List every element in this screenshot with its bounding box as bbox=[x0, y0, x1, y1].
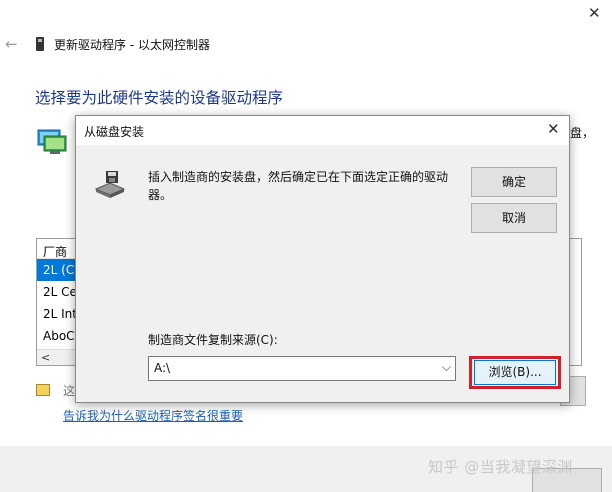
driver-signing-link[interactable]: 告诉我为什么驱动程序签名很重要 bbox=[63, 407, 243, 424]
chevron-down-icon[interactable]: ⌵ bbox=[442, 360, 451, 375]
scroll-left-icon[interactable]: < bbox=[41, 351, 50, 364]
install-from-disk-dialog: 从磁盘安装 ✕ 插入制造商的安装盘，然后确定已在下面选定正确的驱动器。 确定 取… bbox=[75, 115, 570, 403]
heading-tail-text: 盘， bbox=[570, 126, 595, 140]
source-path-value[interactable]: A:\ bbox=[154, 361, 170, 375]
dialog-message: 插入制造商的安装盘，然后确定已在下面选定正确的驱动器。 bbox=[148, 170, 449, 202]
dialog-title: 从磁盘安装 bbox=[84, 125, 145, 139]
watermark: 知乎 @当我凝望深渊 bbox=[428, 458, 573, 476]
back-arrow-icon[interactable]: ← bbox=[5, 36, 21, 52]
network-adapter-icon bbox=[37, 129, 67, 154]
dialog-close-icon[interactable]: ✕ bbox=[547, 122, 560, 137]
source-path-label: 制造商文件复制来源(C): bbox=[148, 333, 278, 347]
dialog-titlebar: 从磁盘安装 ✕ bbox=[76, 116, 569, 145]
browse-button[interactable]: 浏览(B)... bbox=[474, 360, 556, 385]
window-close-icon[interactable]: ✕ bbox=[588, 6, 601, 21]
window-title: 更新驱动程序 - 以太网控制器 bbox=[54, 38, 210, 52]
cancel-button[interactable]: 取消 bbox=[471, 203, 557, 233]
disk-drive-icon bbox=[94, 171, 126, 198]
source-path-combobox[interactable]: A:\ ⌵ bbox=[148, 356, 456, 381]
ok-button[interactable]: 确定 bbox=[471, 167, 557, 197]
signature-icon bbox=[36, 384, 50, 396]
page-heading: 选择要为此硬件安装的设备驱动程序 bbox=[35, 89, 284, 107]
driver-signed-text: 这 bbox=[63, 384, 76, 398]
device-icon bbox=[36, 37, 44, 51]
